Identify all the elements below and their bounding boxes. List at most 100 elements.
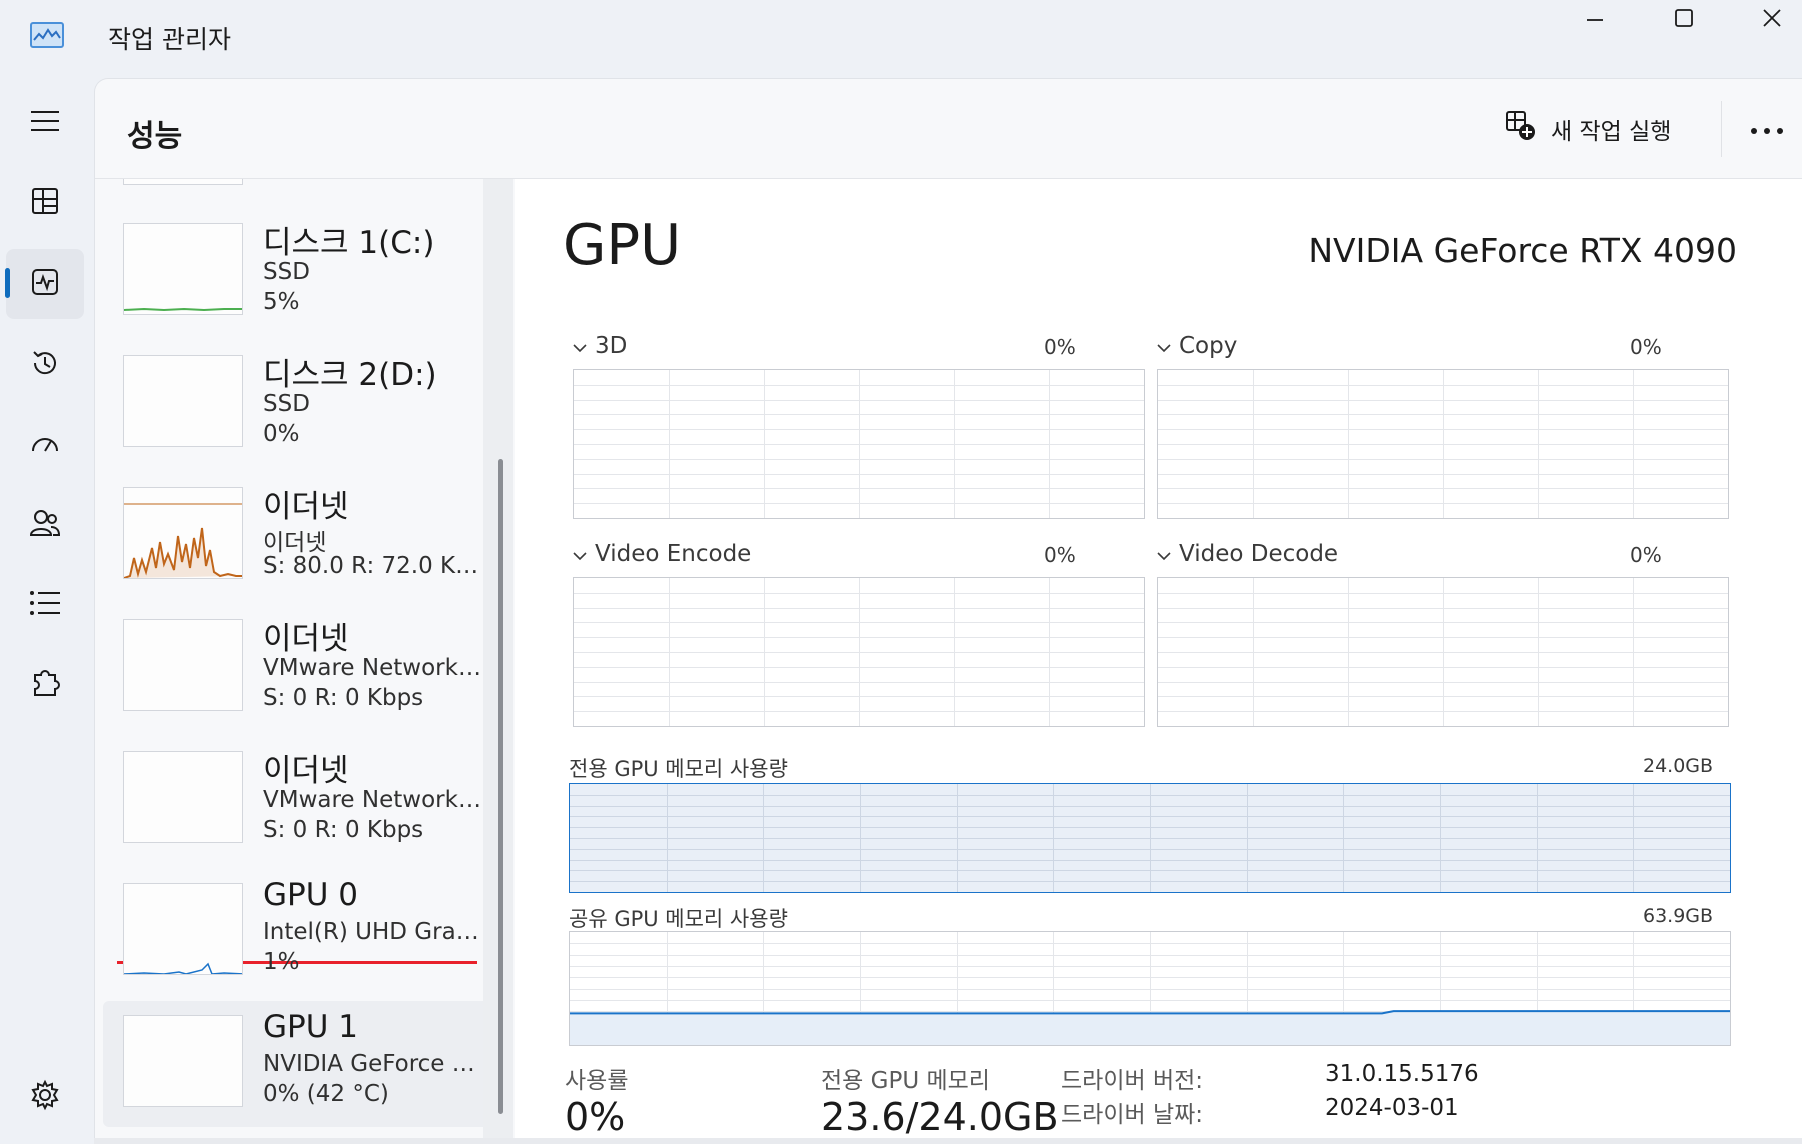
page-title: 성능 (127, 119, 183, 154)
header-divider (1721, 101, 1722, 157)
window-title: 작업 관리자 (108, 25, 231, 54)
engine-dropdown-copy[interactable]: Copy (1157, 333, 1237, 359)
window-bottom-edge (94, 1138, 1802, 1144)
device-list: 디스크 1(C:) SSD 5% 디스크 2(D:) SSD 0% 이더넷 이더… (95, 179, 515, 1144)
minimize-icon (1585, 8, 1605, 32)
dedicated-memory-stat-value: 23.6/24.0GB (821, 1095, 1059, 1139)
engine-value: 0% (1630, 335, 1662, 359)
device-thumbnail (123, 751, 243, 843)
nav-details[interactable] (6, 570, 84, 640)
gpu-model: NVIDIA GeForce RTX 4090 (1308, 231, 1737, 270)
nav-users[interactable] (6, 490, 84, 560)
device-item-ethernet-1[interactable]: 이더넷 이더넷 S: 80.0 R: 72.0 Kbps (103, 473, 503, 599)
driver-version-label: 드라이버 버전: (1061, 1068, 1204, 1094)
list-icon (29, 590, 61, 620)
performance-icon (30, 267, 60, 301)
nav-services[interactable] (6, 650, 84, 720)
utilization-value: 0% (565, 1095, 626, 1139)
device-adapter: VMware Network Adapter VMnet8 (263, 787, 488, 813)
speedometer-icon (29, 429, 61, 461)
engine-graph-video-decode (1157, 577, 1729, 727)
history-icon (29, 347, 61, 383)
shared-memory-graph (569, 931, 1731, 1046)
title-bar: 작업 관리자 (0, 0, 1802, 72)
run-new-task-label: 새 작업 실행 (1551, 119, 1672, 145)
nav-performance[interactable] (6, 249, 84, 319)
processes-icon (30, 186, 60, 220)
engine-graph-copy (1157, 369, 1729, 519)
run-new-task-button[interactable]: 새 작업 실행 (1505, 109, 1671, 149)
device-item-partial[interactable] (103, 179, 503, 205)
gpu-title: GPU (563, 213, 682, 278)
device-name: 이더넷 (263, 753, 349, 789)
device-usage: 1% (263, 949, 300, 975)
engine-dropdown-video-decode[interactable]: Video Decode (1157, 541, 1338, 567)
driver-date-label: 드라이버 날짜: (1061, 1102, 1204, 1128)
chevron-down-icon (1157, 333, 1171, 359)
nav-startup-apps[interactable] (6, 410, 84, 480)
device-model: NVIDIA GeForce RTX 4090 (263, 1051, 488, 1077)
device-throughput: S: 80.0 R: 72.0 Kbps (263, 553, 488, 579)
minimize-button[interactable] (1555, 0, 1635, 40)
engine-dropdown-video-encode[interactable]: Video Encode (573, 541, 751, 567)
users-icon (29, 507, 61, 543)
device-thumbnail (123, 179, 243, 185)
new-task-icon (1505, 110, 1537, 148)
close-button[interactable] (1732, 0, 1802, 40)
chevron-down-icon (573, 541, 587, 567)
device-adapter: 이더넷 (263, 530, 327, 556)
device-list-scrollbar[interactable] (498, 459, 503, 1114)
device-item-gpu0[interactable]: GPU 0 Intel(R) UHD Graphics 770 1% (103, 869, 503, 995)
driver-version-value: 31.0.15.5176 (1325, 1061, 1479, 1087)
device-item-ethernet-2[interactable]: 이더넷 VMware Network Adapter VMnet1 S: 0 R… (103, 605, 503, 731)
puzzle-icon (29, 667, 61, 703)
device-name: 이더넷 (263, 621, 349, 657)
device-name: 이더넷 (263, 489, 349, 525)
device-item-ethernet-3[interactable]: 이더넷 VMware Network Adapter VMnet8 S: 0 R… (103, 737, 503, 863)
device-name: 디스크 1(C:) (263, 225, 435, 261)
shared-memory-label: 공유 GPU 메모리 사용량 (569, 907, 788, 931)
hamburger-icon (30, 109, 60, 137)
more-options-button[interactable] (1745, 109, 1789, 149)
engine-label: Video Encode (595, 541, 752, 567)
engine-label: 3D (595, 333, 628, 359)
utilization-label: 사용률 (565, 1068, 629, 1094)
device-thumbnail (123, 223, 243, 315)
chevron-down-icon (1157, 541, 1171, 567)
engine-dropdown-3d[interactable]: 3D (573, 333, 627, 359)
gear-icon (29, 1079, 61, 1115)
device-usage: 5% (263, 289, 300, 315)
device-item-disk2[interactable]: 디스크 2(D:) SSD 0% (103, 341, 503, 467)
device-thumbnail (123, 619, 243, 711)
device-adapter: VMware Network Adapter VMnet1 (263, 655, 488, 681)
dedicated-memory-graph (569, 783, 1731, 893)
engine-value: 0% (1630, 543, 1662, 567)
task-manager-icon (30, 22, 64, 48)
device-name: GPU 1 (263, 1009, 358, 1045)
shared-memory-max: 63.9GB (1643, 905, 1714, 927)
nav-processes[interactable] (6, 168, 84, 238)
device-type: SSD (263, 391, 310, 417)
nav-app-history[interactable] (6, 330, 84, 400)
device-throughput: S: 0 R: 0 Kbps (263, 685, 424, 711)
close-icon (1762, 8, 1782, 32)
main-panel: 성능 새 작업 실행 디스크 1(C:) SSD 5% 디스크 2(D:) SS… (94, 78, 1802, 1144)
device-name: GPU 0 (263, 877, 358, 913)
device-item-gpu1[interactable]: GPU 1 NVIDIA GeForce RTX 4090 0% (42 °C) (103, 1001, 503, 1127)
maximize-button[interactable] (1644, 0, 1724, 40)
hamburger-menu-button[interactable] (6, 88, 84, 158)
device-thumbnail (123, 355, 243, 447)
page-header: 성능 새 작업 실행 (95, 79, 1802, 179)
engine-label: Copy (1179, 333, 1238, 359)
engine-value: 0% (1044, 335, 1076, 359)
nav-settings[interactable] (6, 1062, 84, 1132)
maximize-icon (1674, 8, 1694, 32)
device-usage: 0% (42 °C) (263, 1081, 389, 1107)
device-throughput: S: 0 R: 0 Kbps (263, 817, 424, 843)
engine-label: Video Decode (1179, 541, 1339, 567)
device-item-disk1[interactable]: 디스크 1(C:) SSD 5% (103, 209, 503, 335)
device-name: 디스크 2(D:) (263, 357, 437, 393)
device-thumbnail (123, 487, 243, 579)
engine-value: 0% (1044, 543, 1076, 567)
